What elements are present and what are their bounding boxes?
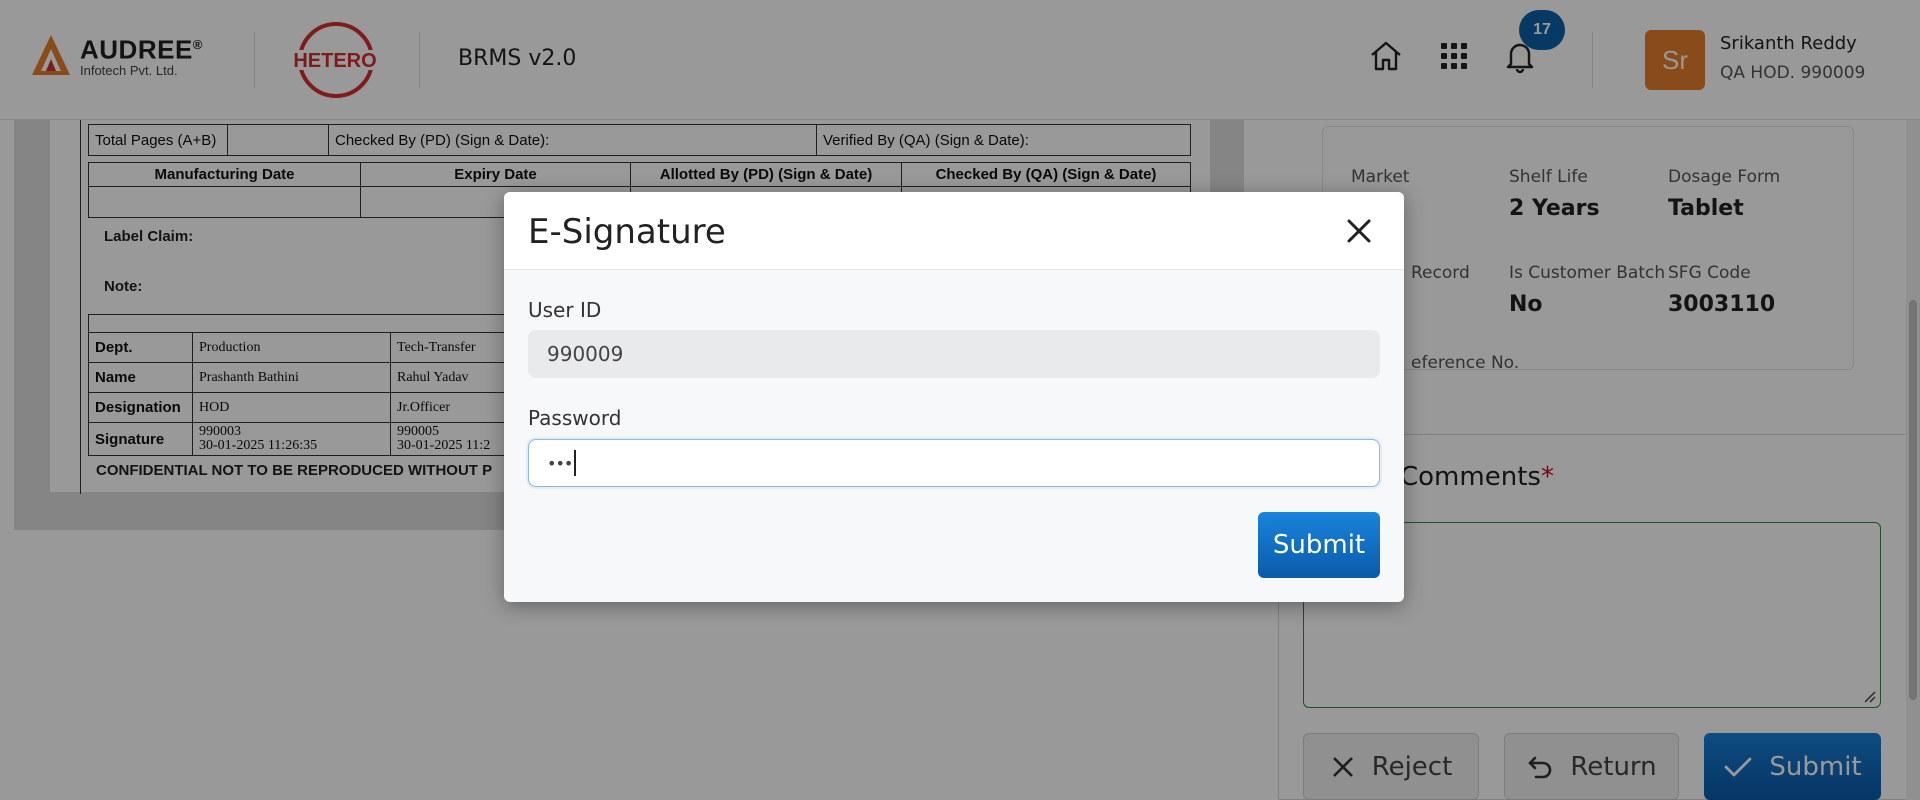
- password-label: Password: [528, 406, 622, 430]
- modal-submit-button[interactable]: Submit: [1258, 512, 1380, 578]
- text-caret: [574, 450, 577, 476]
- modal-title: E-Signature: [528, 212, 726, 252]
- user-id-field[interactable]: 990009: [528, 330, 1380, 378]
- e-signature-modal: E-Signature User ID 990009 Password ••• …: [504, 192, 1404, 602]
- modal-header: E-Signature: [504, 192, 1404, 270]
- password-value: •••: [547, 453, 573, 473]
- close-icon[interactable]: [1342, 214, 1376, 248]
- password-field[interactable]: •••: [528, 439, 1380, 487]
- user-id-value: 990009: [547, 342, 624, 366]
- user-id-label: User ID: [528, 298, 602, 322]
